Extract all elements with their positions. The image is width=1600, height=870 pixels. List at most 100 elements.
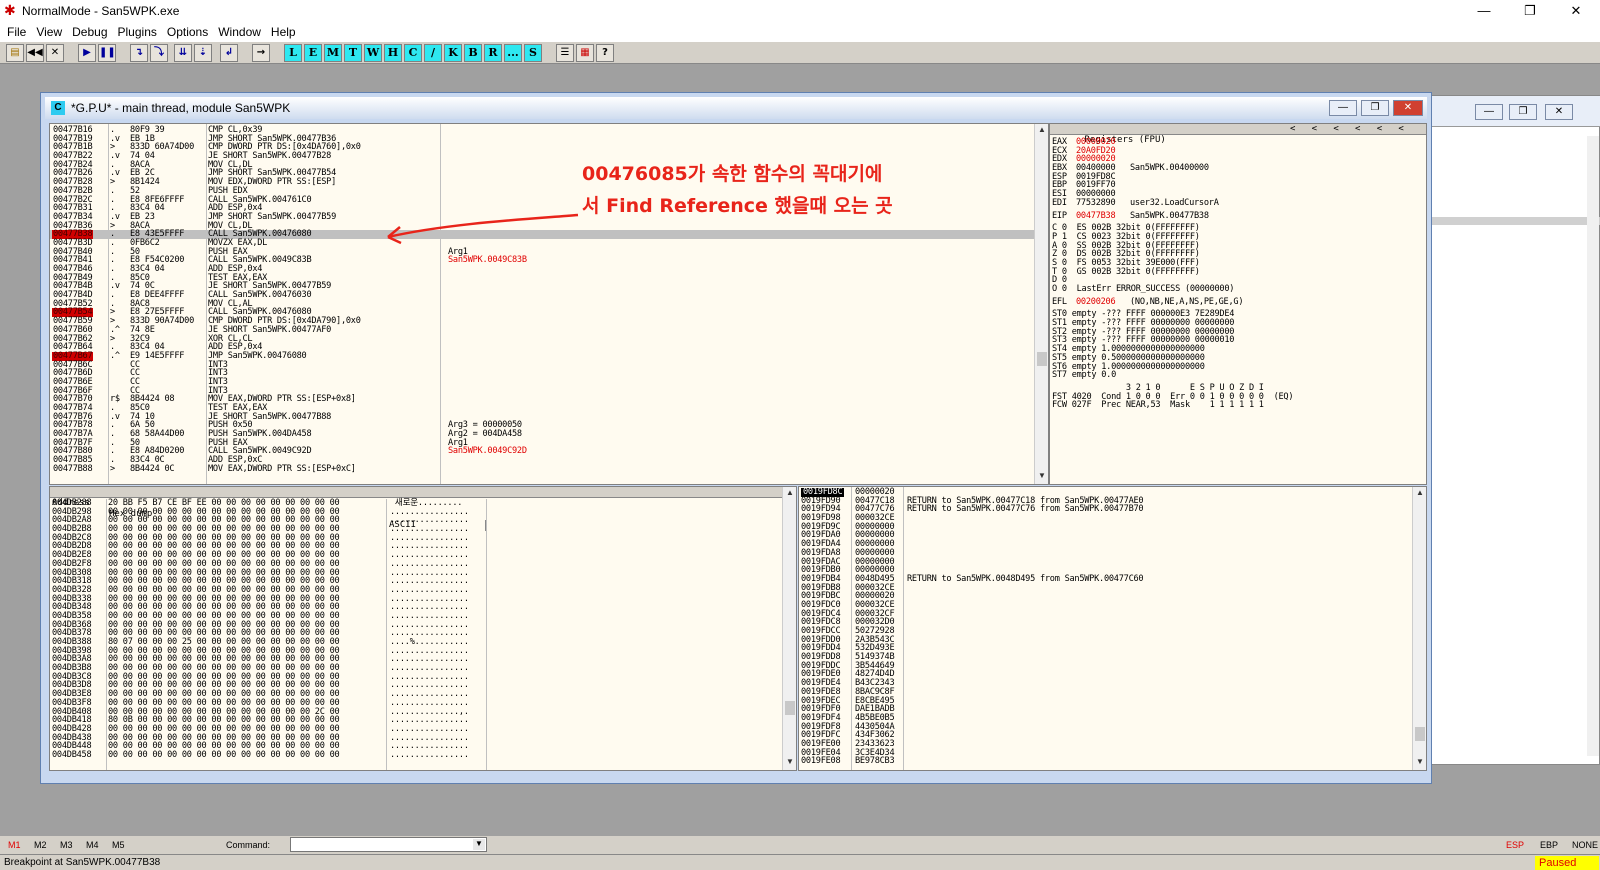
tool-patches-button[interactable]: / [424, 44, 442, 62]
color-grid-icon[interactable]: ▦ [576, 44, 594, 62]
mark-m2[interactable]: M2 [34, 840, 47, 850]
menu-plugins[interactable]: Plugins [113, 22, 162, 39]
scroll-thumb[interactable] [785, 701, 795, 715]
close-debuggee-icon[interactable]: ✕ [46, 44, 64, 62]
go-to-address-icon[interactable]: → [252, 44, 270, 62]
dump-scrollbar[interactable]: ▲ ▼ [782, 487, 796, 770]
disasm-row[interactable]: 00477B46. 83C4 04 ADD ESP,0x4 [50, 265, 1036, 274]
scroll-up-icon[interactable]: ▲ [1414, 488, 1426, 500]
disasm-row[interactable]: 00477B78. 6A 50 PUSH 0x50 Arg3 = 00000050 [50, 421, 1036, 430]
disasm-row[interactable]: 00477B19 .v EB 1B JMP SHORT San5WPK.00477B3… [50, 134, 1036, 144]
tool-references-button[interactable]: R [484, 44, 502, 62]
tool-executables-button[interactable]: E [304, 44, 322, 62]
menu-file[interactable]: File [0, 22, 31, 39]
disasm-row[interactable]: 00477B70 r$ 8B4424 08 MOV EAX,DWORD PTR SS:… [50, 395, 1036, 404]
scroll-up-icon[interactable]: ▲ [784, 488, 796, 500]
disasm-row[interactable]: 00477B7F. 50 PUSH EAX Arg1 [50, 439, 1036, 448]
bg-close-button[interactable]: ✕ [1545, 104, 1573, 120]
bg-minimize-button[interactable]: — [1475, 104, 1503, 120]
disasm-row[interactable]: 00477B64. 83C4 04 ADD ESP,0x4 [50, 343, 1036, 352]
stack-row[interactable]: 0019FE08 BE978CB3 [799, 757, 1409, 766]
ebp-toggle[interactable]: EBP [1540, 840, 1558, 850]
none-toggle[interactable]: NONE [1572, 840, 1598, 850]
disasm-row[interactable]: 00477B7A. 68 58A44D00 PUSH San5WPK.004DA45… [50, 430, 1036, 439]
scroll-down-icon[interactable]: ▼ [1414, 757, 1426, 769]
disasm-row[interactable]: 00477B41. E8 F54C0200 CALL San5WPK.0049C83… [50, 256, 1036, 265]
disasm-row[interactable]: 00477B88 >8B4424 0C MOV EAX,DWORD PTR SS:[… [50, 465, 1036, 474]
dump-row[interactable]: 004DB458 00 00 00 00 00 00 00 00 00 00 00… [50, 751, 750, 760]
mark-m4[interactable]: M4 [86, 840, 99, 850]
tool-breakpoints-button[interactable]: B [464, 44, 482, 62]
mark-m5[interactable]: M5 [112, 840, 125, 850]
stack-pane[interactable]: 0019FD8C 00000020 0019FD90 00477C18 RETURN t… [798, 486, 1427, 771]
menu-debug[interactable]: Debug [67, 22, 112, 39]
registers-nav-arrows[interactable]: < < < < < < [1290, 124, 1404, 135]
scroll-down-icon[interactable]: ▼ [784, 757, 796, 769]
execute-till-return-icon[interactable]: ↲ [220, 44, 238, 62]
stack-scrollbar[interactable]: ▲ ▼ [1412, 487, 1426, 770]
step-into-icon[interactable]: ↴ [130, 44, 148, 62]
menu-help[interactable]: Help [266, 22, 301, 39]
disasm-row[interactable]: 00477B74. 85C0 TEST EAX,EAX [50, 404, 1036, 413]
menu-options[interactable]: Options [162, 22, 213, 39]
disasm-row[interactable]: 00477B16. 80F9 39 CMP CL,0x39 [50, 126, 1036, 135]
disasm-row[interactable]: 00477B80. E8 A84D0200 CALL San5WPK.0049C92… [50, 447, 1036, 456]
disasm-row[interactable]: 00477B52. 8AC8 MOV CL,AL [50, 300, 1036, 309]
disasm-row[interactable]: 00477B85. 83C4 0C ADD ESP,0xC [50, 456, 1036, 465]
disasm-row[interactable]: 00477B6F CC INT3 [50, 386, 1036, 396]
disasm-row[interactable]: 00477B60 .^ 74 8E JE SHORT San5WPK.00477AF0 [50, 326, 1036, 335]
bg-maximize-button[interactable]: ❐ [1509, 104, 1537, 120]
tool-callstack-button[interactable]: K [444, 44, 462, 62]
esp-toggle[interactable]: ESP [1506, 840, 1524, 850]
registers-header[interactable]: Registers (FPU) < < < < < < [1050, 124, 1426, 145]
cpu-maximize-button[interactable]: ❐ [1361, 100, 1389, 116]
command-input[interactable]: ▼ [290, 837, 487, 852]
minimize-button[interactable]: — [1464, 1, 1504, 21]
register-row[interactable]: EFL 00200206 (NO,NB,NE,A,NS,PE,GE,G) [1052, 297, 1422, 307]
disasm-row[interactable]: 00477B54 > E8 27E5FFFF CALL San5WPK.0047608… [50, 308, 1036, 318]
disasm-row[interactable]: 00477B6C CC INT3 [50, 360, 1036, 370]
cpu-minimize-button[interactable]: — [1329, 100, 1357, 116]
disasm-row[interactable]: 00477B6D CC INT3 [50, 369, 1036, 378]
register-row[interactable]: EDI 77532890 user32.LoadCursorA [1052, 199, 1422, 208]
animate-over-icon[interactable]: ⇣ [194, 44, 212, 62]
tool-cpu-button[interactable]: C [404, 44, 422, 62]
register-row[interactable]: EIP 00477B38 San5WPK.00477B38 [1052, 211, 1422, 221]
disassembler-pane[interactable]: 00477B16. 80F9 39 CMP CL,0x39 00477B19 .v EB … [49, 123, 1049, 485]
tool-memory-button[interactable]: M [324, 44, 342, 62]
open-file-icon[interactable]: ▤ [6, 44, 24, 62]
scroll-thumb[interactable] [1415, 727, 1425, 741]
disasm-row[interactable]: 00477B4B .v 74 0C JE SHORT San5WPK.00477B59 [50, 282, 1036, 291]
maximize-button[interactable]: ❐ [1510, 1, 1550, 21]
bg-scrollbar[interactable] [1587, 136, 1599, 756]
cpu-close-button[interactable]: ✕ [1393, 100, 1423, 116]
disasm-row[interactable]: 00477B62 >32C9 XOR CL,CL [50, 334, 1036, 344]
chevron-down-icon[interactable]: ▼ [473, 839, 485, 850]
tool-runtrace-button[interactable]: ... [504, 44, 522, 62]
disasm-row[interactable]: 00477B6E CC INT3 [50, 378, 1036, 387]
scroll-down-icon[interactable]: ▼ [1036, 471, 1048, 483]
tool-threads-button[interactable]: T [344, 44, 362, 62]
restart-icon[interactable]: ◀◀ [26, 44, 44, 62]
disasm-scrollbar[interactable]: ▲ ▼ [1034, 124, 1048, 484]
menu-window[interactable]: Window [213, 22, 266, 39]
disasm-row[interactable]: 00477B76 .v 74 10 JE SHORT San5WPK.00477B88 [50, 412, 1036, 422]
scroll-thumb[interactable] [1037, 352, 1047, 366]
tool-windows-button[interactable]: W [364, 44, 382, 62]
disasm-row[interactable]: 00477B67 .^ E9 14E5FFFF JMP San5WPK.0047608… [50, 352, 1036, 361]
help-icon[interactable]: ? [596, 44, 614, 62]
disasm-row[interactable]: 00477B59 >833D 90A74D00 CMP DWORD PTR DS:[… [50, 317, 1036, 326]
tool-source-button[interactable]: S [524, 44, 542, 62]
disasm-row[interactable]: 00477B4D. E8 DEE4FFFF CALL San5WPK.0047603… [50, 291, 1036, 300]
step-over-icon[interactable]: ⤵ [150, 44, 168, 62]
mark-m3[interactable]: M3 [60, 840, 73, 850]
close-button[interactable]: ✕ [1556, 1, 1596, 21]
tool-handles-button[interactable]: H [384, 44, 402, 62]
scroll-up-icon[interactable]: ▲ [1036, 125, 1048, 137]
run-icon[interactable]: ▶ [78, 44, 96, 62]
list-icon[interactable]: ☰ [556, 44, 574, 62]
menu-view[interactable]: View [31, 22, 67, 39]
tool-log-button[interactable]: L [284, 44, 302, 62]
mark-m1[interactable]: M1 [8, 840, 21, 850]
disasm-row[interactable]: 00477B49. 85C0 TEST EAX,EAX [50, 273, 1036, 283]
